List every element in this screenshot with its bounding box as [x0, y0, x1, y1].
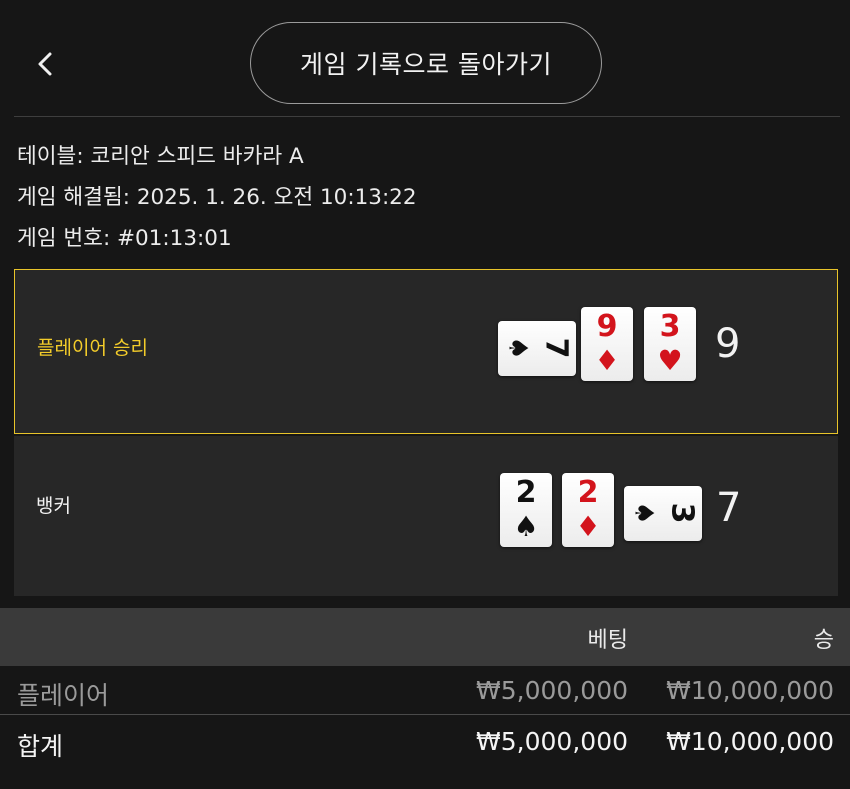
card-suit: ♥ [657, 344, 683, 377]
banker-card-2: 2 ♦ [562, 473, 614, 547]
card-suit: ♠ [502, 336, 533, 360]
bets-table-header: 베팅 승 [0, 608, 850, 666]
player-card-2: 9 ♦ [581, 307, 633, 381]
win-column-header: 승 [813, 628, 834, 653]
card-suit: ♦ [575, 510, 601, 543]
table-divider [0, 714, 850, 715]
row-win: ₩10,000,000 [666, 676, 834, 705]
total-win: ₩10,000,000 [666, 727, 834, 756]
table-total-row: 합계 ₩5,000,000 ₩10,000,000 [0, 719, 850, 767]
table-info: 테이블: 코리안 스피드 바카라 A [17, 139, 304, 170]
player-result-box: 플레이어 승리 ♠ 7 9 ♦ 3 ♥ 9 [14, 269, 838, 434]
table-row: 플레이어 ₩5,000,000 ₩10,000,000 [0, 668, 850, 716]
banker-total: 7 [716, 485, 742, 531]
chevron-left-icon [38, 52, 52, 76]
table-value: 코리안 스피드 바카라 A [90, 144, 304, 169]
back-button[interactable] [28, 44, 62, 84]
card-rank: 2 [515, 475, 537, 510]
card-rank: 7 [538, 337, 574, 359]
card-rank: 3 [659, 309, 681, 344]
banker-card-1: 2 ♠ [500, 473, 552, 547]
bet-column-header: 베팅 [587, 628, 628, 653]
card-suit: ♠ [628, 501, 659, 525]
banker-card-3: ♠ 3 [624, 486, 702, 541]
card-suit: ♠ [513, 510, 539, 543]
player-result-label: 플레이어 승리 [37, 337, 148, 359]
table-label: 테이블: [17, 144, 84, 169]
header: 게임 기록으로 돌아가기 [0, 0, 850, 116]
game-number-label: 게임 번호: [17, 226, 111, 251]
card-rank: 2 [577, 475, 599, 510]
total-name: 합계 [17, 732, 64, 761]
total-bet: ₩5,000,000 [476, 727, 628, 756]
header-divider [14, 116, 840, 117]
resolved-info: 게임 해결됨: 2025. 1. 26. 오전 10:13:22 [17, 180, 417, 211]
row-name: 플레이어 [17, 681, 110, 710]
player-card-1: ♠ 7 [498, 321, 576, 376]
card-suit: ♦ [594, 344, 620, 377]
game-number-value: #01:13:01 [117, 226, 232, 251]
game-number-info: 게임 번호: #01:13:01 [17, 221, 232, 252]
card-rank: 9 [596, 309, 618, 344]
banker-result-box: 뱅커 2 ♠ 2 ♦ ♠ 3 7 [14, 436, 838, 596]
resolved-value: 2025. 1. 26. 오전 10:13:22 [136, 185, 417, 210]
row-bet: ₩5,000,000 [476, 676, 628, 705]
card-rank: 3 [664, 502, 700, 524]
player-card-3: 3 ♥ [644, 307, 696, 381]
resolved-label: 게임 해결됨: [17, 185, 130, 210]
return-to-history-button[interactable]: 게임 기록으로 돌아가기 [250, 22, 602, 104]
player-total: 9 [715, 321, 741, 367]
banker-result-label: 뱅커 [36, 495, 71, 517]
